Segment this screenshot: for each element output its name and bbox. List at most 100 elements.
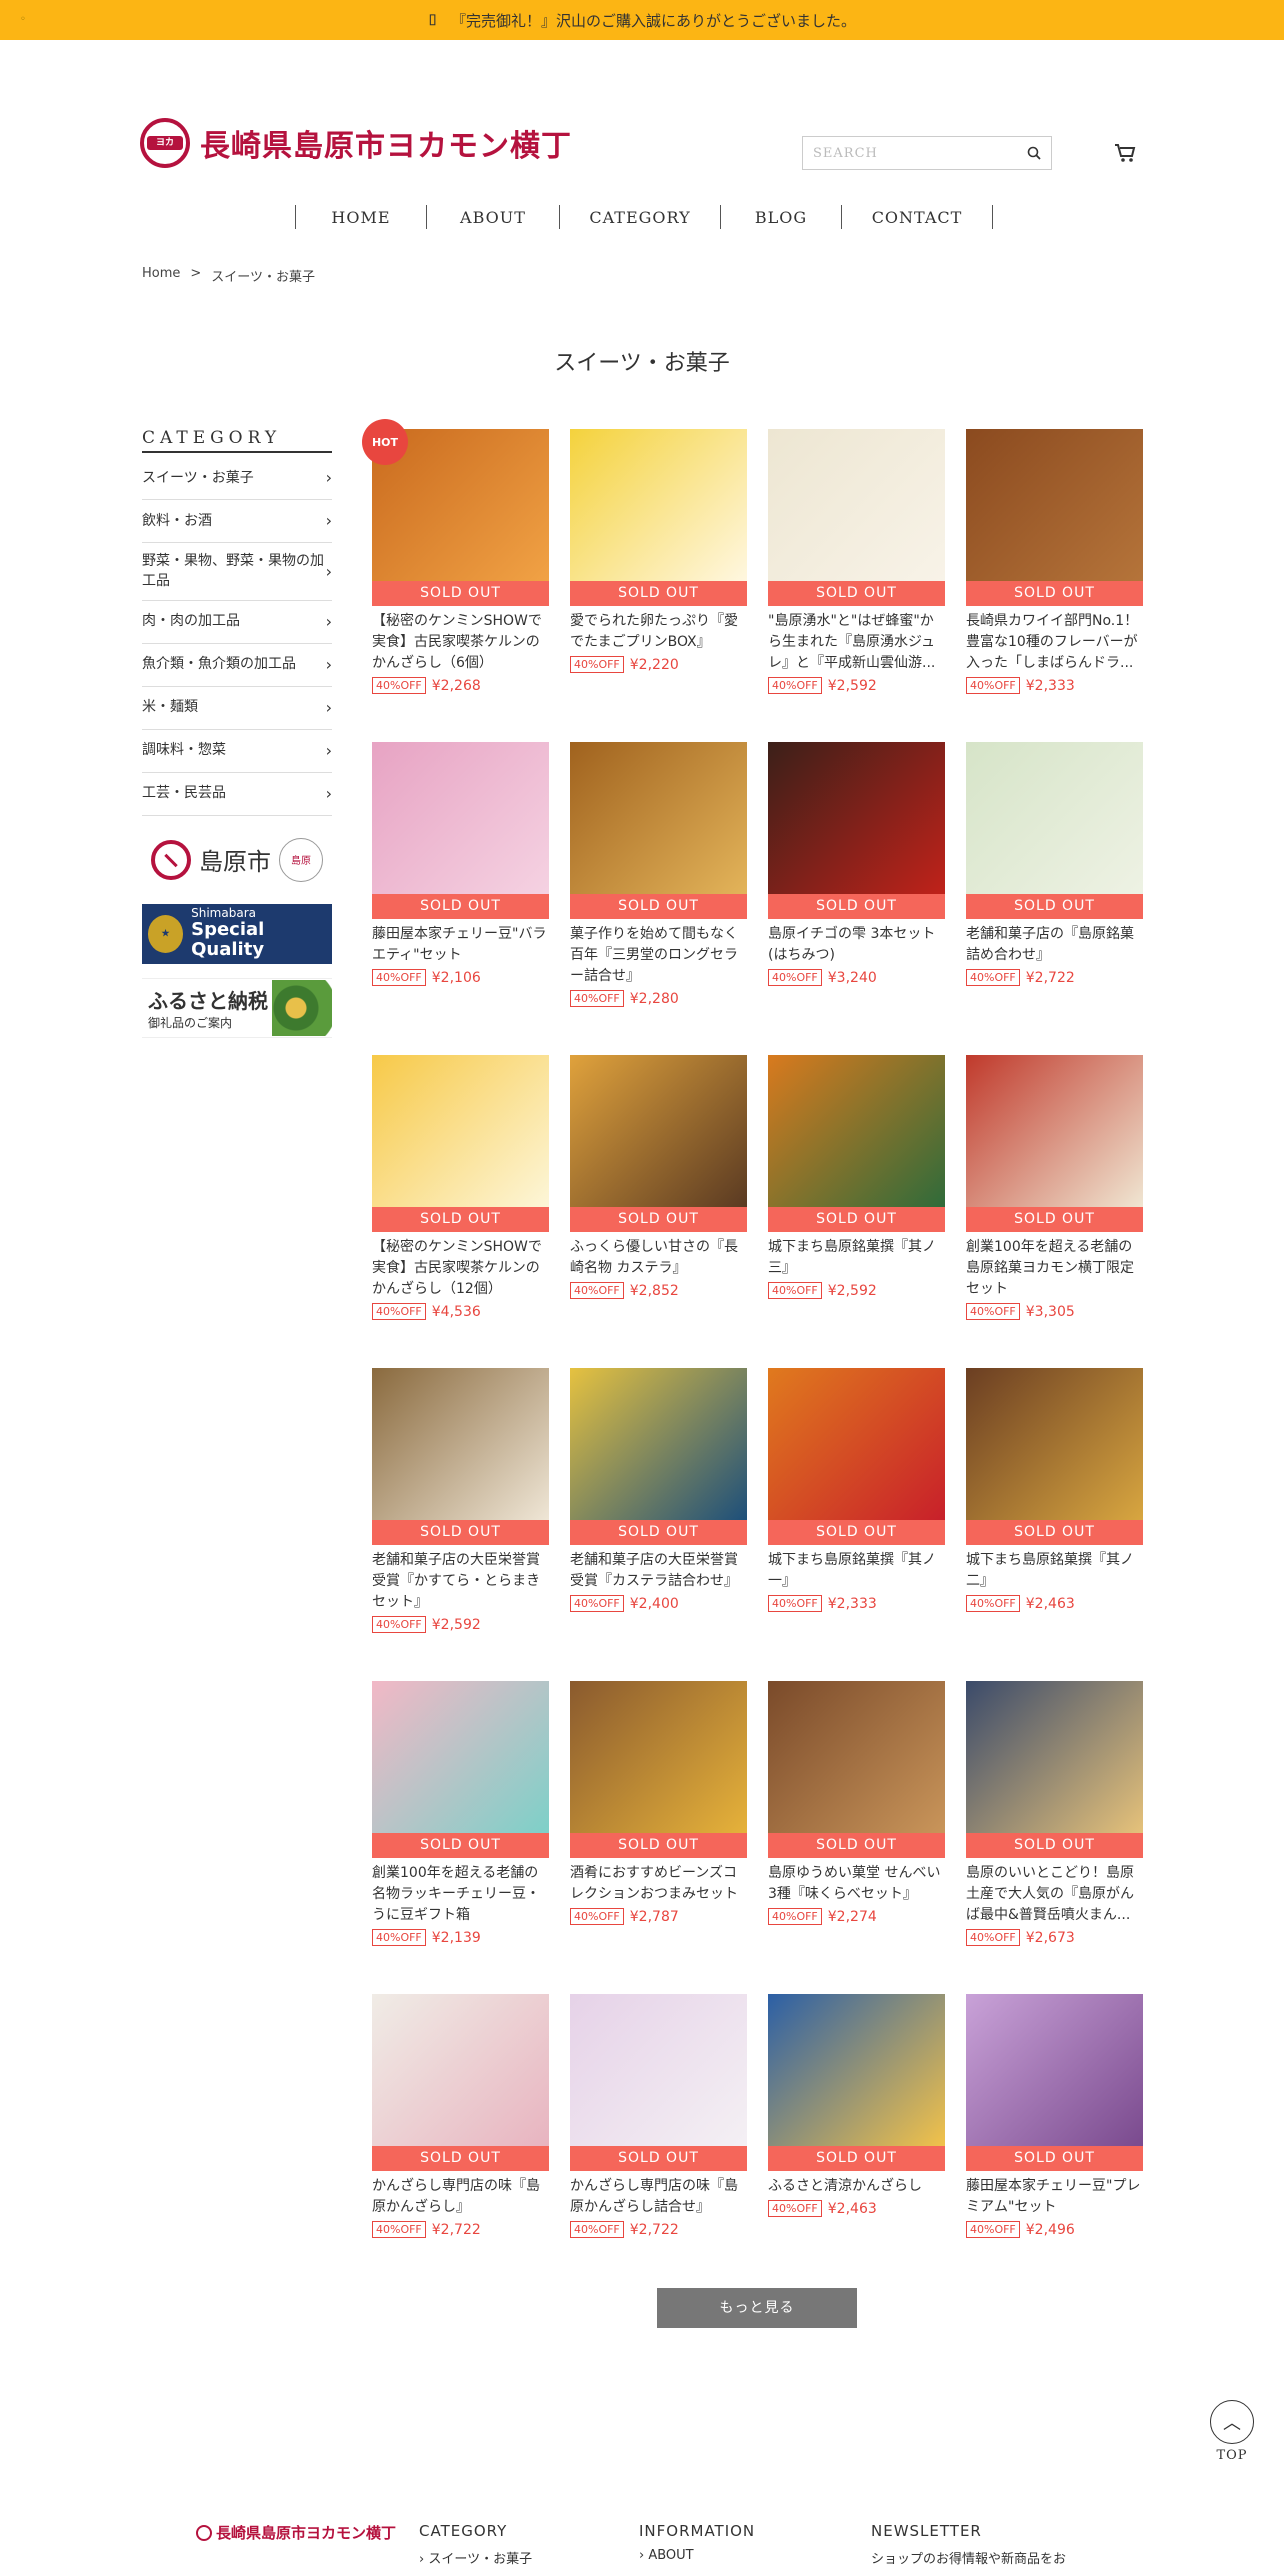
sidebar-category-item[interactable]: 米・麺類 › [142,687,332,730]
sidebar-category-item[interactable]: 工芸・民芸品 › [142,773,332,816]
product-card[interactable]: SOLD OUT 城下まち島原銘菓撰『其ノ一』 40%OFF ¥2,333 [768,1368,945,1681]
product-image-wrap[interactable]: SOLD OUT [570,1681,747,1858]
product-name[interactable]: 創業100年を超える老舗の島原銘菓ヨカモン横丁限定セット [966,1237,1143,1300]
product-card[interactable]: SOLD OUT 藤田屋本家チェリー豆"プレミアム"セット 40%OFF ¥2,496 [966,1994,1143,2307]
scroll-top-button[interactable]: ︿ [1210,2400,1254,2444]
product-name[interactable]: 【秘密のケンミンSHOWで実食】古民家喫茶ケルンのかんざらし（6個） [372,611,549,674]
product-name[interactable]: 愛でられた卵たっぷり『愛でたまごプリンBOX』 [570,611,747,653]
product-name[interactable]: 老舗和菓子店の大臣栄誉賞受賞『カステラ詰合わせ』 [570,1550,747,1592]
product-card[interactable]: SOLD OUT 創業100年を超える老舗の島原銘菓ヨカモン横丁限定セット 40%O… [966,1055,1143,1368]
nav-contact[interactable]: CONTACT [842,208,992,227]
product-card[interactable]: SOLD OUT 島原イチゴの雫 3本セット(はちみつ) 40%OFF ¥3,240 [768,742,945,1055]
product-card[interactable]: SOLD OUT ふるさと清涼かんざらし 40%OFF ¥2,463 [768,1994,945,2307]
product-image-wrap[interactable]: SOLD OUT [966,1681,1143,1858]
product-name[interactable]: 老舗和菓子店の『島原銘菓詰め合わせ』 [966,924,1143,966]
product-card[interactable]: SOLD OUT 藤田屋本家チェリー豆"バラエティ"セット 40%OFF ¥2,106 [372,742,549,1055]
product-card[interactable]: SOLD OUT ふっくら優しい甘さの『長崎名物 カステラ』 40%OFF ¥2,85… [570,1055,747,1368]
product-card[interactable]: SOLD OUT 長崎県カワイイ部門No.1！豊富な10種のフレーバーが入った「し… [966,429,1143,742]
discount-badge: 40%OFF [570,990,624,1007]
product-name[interactable]: 島原イチゴの雫 3本セット(はちみつ) [768,924,945,966]
product-image-wrap[interactable]: SOLD OUT [768,1055,945,1232]
nav-category[interactable]: CATEGORY [560,208,720,227]
cart-icon[interactable] [1114,142,1136,164]
load-more-button[interactable]: もっと見る [657,2288,857,2328]
product-card[interactable]: SOLD OUT 老舗和菓子店の『島原銘菓詰め合わせ』 40%OFF ¥2,722 [966,742,1143,1055]
product-card[interactable]: SOLD OUT 創業100年を超える老舗の名物ラッキーチェリー豆・うに豆ギフト箱… [372,1681,549,1994]
sidebar-category-item[interactable]: 飲料・お酒 › [142,500,332,543]
product-card[interactable]: SOLD OUT 島原ゆうめい菓堂 せんべい3種『味くらべセット』 40%OFF ¥2… [768,1681,945,1994]
product-image-wrap[interactable]: SOLD OUT [966,1368,1143,1545]
shimabara-city-banner[interactable]: 島原市 島原 [142,830,332,890]
product-image-wrap[interactable]: SOLD OUT [966,1994,1143,2171]
product-image-wrap[interactable]: SOLD OUT [966,742,1143,919]
product-name[interactable]: かんざらし専門店の味『島原かんざらし詰合せ』 [570,2176,747,2218]
product-image-wrap[interactable]: SOLD OUT [768,742,945,919]
product-name[interactable]: かんざらし専門店の味『島原かんざらし』 [372,2176,549,2218]
product-image-wrap[interactable]: SOLD OUT [768,1681,945,1858]
product-name[interactable]: 藤田屋本家チェリー豆"プレミアム"セット [966,2176,1143,2218]
search-icon[interactable] [1027,146,1041,160]
product-image-wrap[interactable]: SOLD OUT [570,742,747,919]
product-image-wrap[interactable]: SOLD OUT [570,1055,747,1232]
sold-out-label: SOLD OUT [372,2146,549,2171]
product-image-wrap[interactable]: SOLD OUT [768,1368,945,1545]
nav-about[interactable]: ABOUT [427,208,559,227]
product-name[interactable]: 菓子作りを始めて間もなく百年『三男堂のロングセラー詰合せ』 [570,924,747,987]
product-name[interactable]: 長崎県カワイイ部門No.1！豊富な10種のフレーバーが入った「しまばらんドラ..… [966,611,1143,674]
product-name[interactable]: 島原のいいとこどり！島原土産で大人気の『島原がんば最中&普賢岳噴火まん... [966,1863,1143,1926]
product-name[interactable]: 城下まち島原銘菓撰『其ノ二』 [966,1550,1143,1592]
product-card[interactable]: SOLD OUT 菓子作りを始めて間もなく百年『三男堂のロングセラー詰合せ』 40%… [570,742,747,1055]
product-card[interactable]: SOLD OUT 城下まち島原銘菓撰『其ノ二』 40%OFF ¥2,463 [966,1368,1143,1681]
product-card[interactable]: SOLD OUT 愛でられた卵たっぷり『愛でたまごプリンBOX』 40%OFF ¥2,… [570,429,747,742]
product-image-wrap[interactable]: SOLD OUT [570,1368,747,1545]
search-input[interactable]: SEARCH [802,136,1052,170]
breadcrumb-home[interactable]: Home [142,266,180,285]
product-name[interactable]: ふっくら優しい甘さの『長崎名物 カステラ』 [570,1237,747,1279]
product-image-wrap[interactable]: SOLD OUT [570,429,747,606]
product-name[interactable]: "島原湧水"と"はぜ蜂蜜"から生まれた『島原湧水ジュレ』と『平成新山雲仙游... [768,611,945,674]
product-name[interactable]: 【秘密のケンミンSHOWで実食】古民家喫茶ケルンのかんざらし（12個） [372,1237,549,1300]
product-name[interactable]: 老舗和菓子店の大臣栄誉賞受賞『かすてら・とらまきセット』 [372,1550,549,1613]
product-card[interactable]: SOLD OUT 【秘密のケンミンSHOWで実食】古民家喫茶ケルンのかんざらし（1… [372,1055,549,1368]
product-image-wrap[interactable]: SOLD OUT [768,1994,945,2171]
product-card[interactable]: SOLD OUT "島原湧水"と"はぜ蜂蜜"から生まれた『島原湧水ジュレ』と『平成… [768,429,945,742]
product-image-wrap[interactable]: SOLD OUT [966,429,1143,606]
site-logo[interactable]: ヨカ 長崎県島原市ヨカモン横丁 [140,118,572,168]
nav-home[interactable]: HOME [296,208,426,227]
sidebar-category-item[interactable]: 肉・肉の加工品 › [142,601,332,644]
product-image-wrap[interactable]: SOLD OUT [570,1994,747,2171]
product-name[interactable]: ふるさと清涼かんざらし [768,2176,945,2197]
product-image-wrap[interactable]: SOLD OUT [372,1994,549,2171]
product-name[interactable]: 創業100年を超える老舗の名物ラッキーチェリー豆・うに豆ギフト箱 [372,1863,549,1926]
product-card[interactable]: SOLD OUT かんざらし専門店の味『島原かんざらし』 40%OFF ¥2,722 [372,1994,549,2307]
product-card[interactable]: SOLD OUT 酒肴におすすめビーンズコレクションおつまみセット 40%OFF ¥2… [570,1681,747,1994]
footer-category-link[interactable]: › スイーツ・お菓子 [419,2548,532,2567]
sidebar-category-item[interactable]: 野菜・果物、野菜・果物の加工品 › [142,543,332,601]
product-image-wrap[interactable]: SOLD OUT [768,429,945,606]
product-card[interactable]: HOT SOLD OUT 【秘密のケンミンSHOWで実食】古民家喫茶ケルンのかんざら… [362,419,549,742]
product-name[interactable]: 島原ゆうめい菓堂 せんべい3種『味くらべセット』 [768,1863,945,1905]
product-image-wrap[interactable]: SOLD OUT [372,1055,549,1232]
product-name[interactable]: 城下まち島原銘菓撰『其ノ三』 [768,1237,945,1279]
nav-blog[interactable]: BLOG [721,208,841,227]
sidebar-category-item[interactable]: 魚介類・魚介類の加工品 › [142,644,332,687]
footer-information-link[interactable]: › ABOUT [639,2548,755,2563]
sidebar-category-item[interactable]: スイーツ・お菓子 › [142,457,332,500]
sidebar-category-item[interactable]: 調味料・惣菜 › [142,730,332,773]
footer-logo[interactable]: 長崎県島原市ヨカモン横丁 [196,2522,396,2543]
product-name[interactable]: 酒肴におすすめビーンズコレクションおつまみセット [570,1863,747,1905]
product-image-wrap[interactable]: SOLD OUT [372,1368,549,1545]
special-quality-banner[interactable]: ★ Shimabara Special Quality [142,903,332,964]
product-card[interactable]: SOLD OUT 老舗和菓子店の大臣栄誉賞受賞『カステラ詰合わせ』 40%OFF ¥2… [570,1368,747,1681]
furusato-banner[interactable]: ふるさと納税 御礼品のご案内 [142,977,332,1038]
product-image-wrap[interactable]: SOLD OUT [966,1055,1143,1232]
product-image-wrap[interactable]: SOLD OUT [372,742,549,919]
product-card[interactable]: SOLD OUT 老舗和菓子店の大臣栄誉賞受賞『かすてら・とらまきセット』 40%O… [372,1368,549,1681]
price-amount: ¥2,787 [629,1908,679,1925]
product-card[interactable]: SOLD OUT かんざらし専門店の味『島原かんざらし詰合せ』 40%OFF ¥2,7… [570,1994,747,2307]
product-name[interactable]: 城下まち島原銘菓撰『其ノ一』 [768,1550,945,1592]
product-card[interactable]: SOLD OUT 城下まち島原銘菓撰『其ノ三』 40%OFF ¥2,592 [768,1055,945,1368]
product-image-wrap[interactable]: SOLD OUT [372,1681,549,1858]
product-card[interactable]: SOLD OUT 島原のいいとこどり！島原土産で大人気の『島原がんば最中&普賢岳噴… [966,1681,1143,1994]
product-name[interactable]: 藤田屋本家チェリー豆"バラエティ"セット [372,924,549,966]
